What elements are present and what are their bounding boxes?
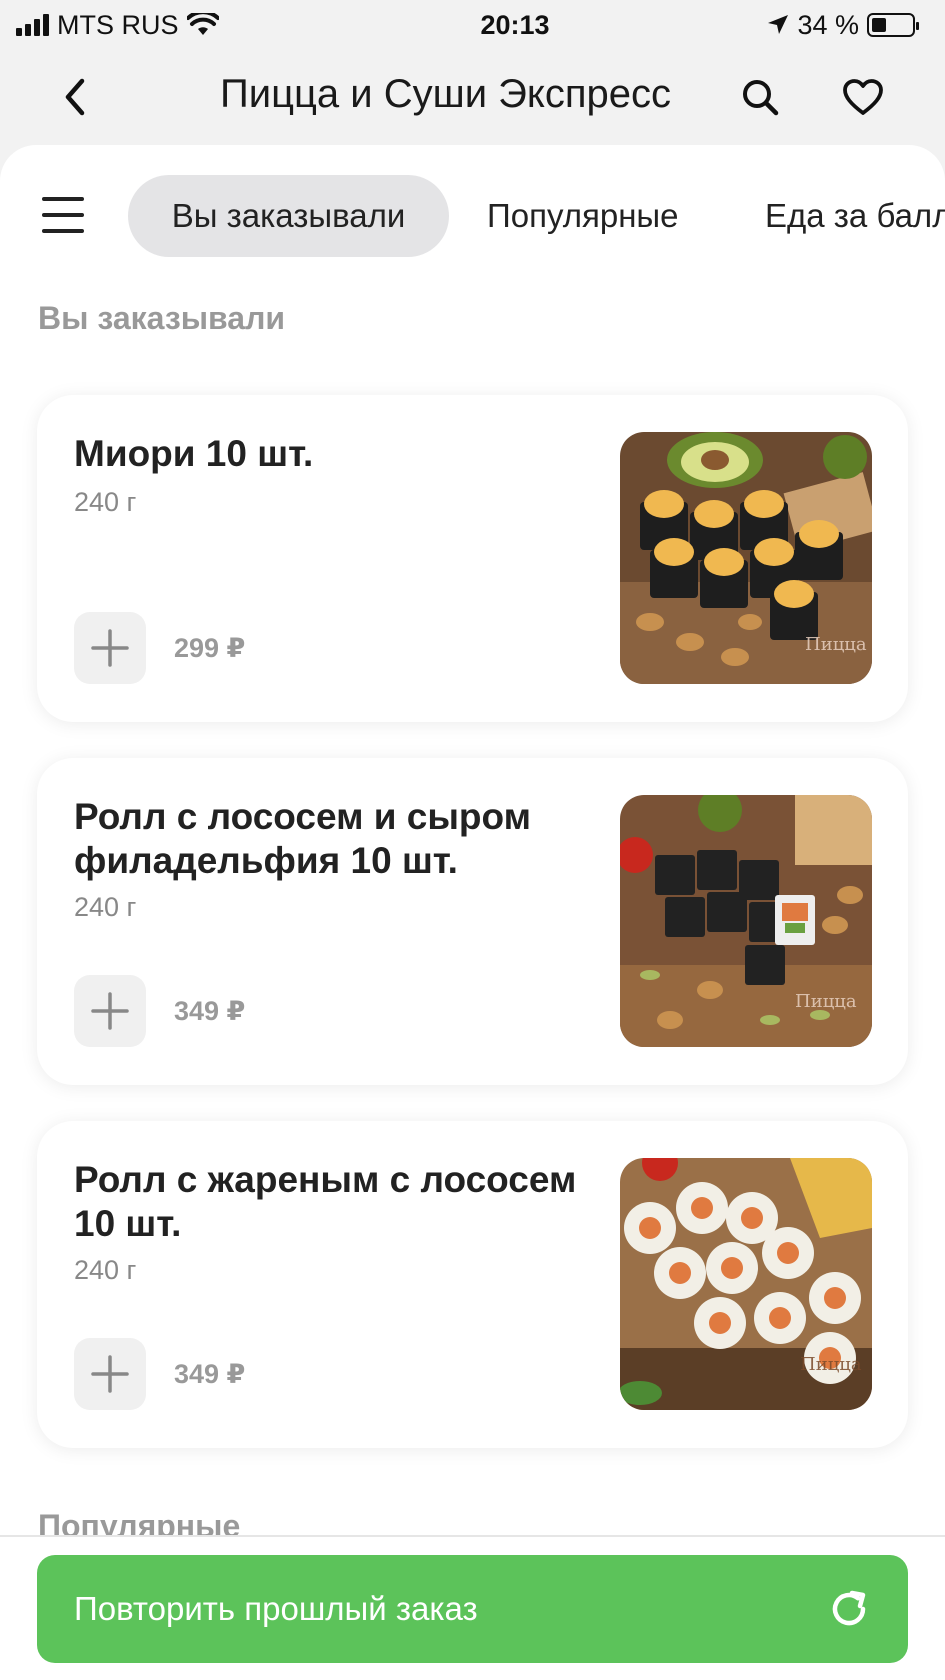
nav-header: Пицца и Суши Экспресс [0, 50, 945, 145]
plus-icon [91, 629, 129, 667]
tab-popular[interactable]: Популярные [452, 175, 714, 257]
back-button[interactable] [50, 72, 100, 122]
product-weight: 240 г [74, 487, 137, 517]
tab-label: Еда за балл [765, 197, 945, 234]
repeat-order-button[interactable]: Повторить прошлый заказ [37, 1555, 908, 1663]
bottom-bar: Повторить прошлый заказ [0, 1535, 945, 1680]
product-card[interactable]: Ролл с лососем и сыром филадельфия 10 шт… [37, 758, 908, 1085]
product-price: 349 ₽ [174, 996, 246, 1026]
product-name: Ролл с лососем и сыром филадельфия 10 шт… [74, 796, 532, 881]
tab-label: Вы заказывали [171, 197, 406, 234]
status-left: MTS RUS [16, 10, 376, 41]
refresh-icon [832, 1590, 866, 1626]
product-name: Ролл с жареным с лососем 10 шт. [74, 1159, 577, 1244]
product-image[interactable]: Пицца [620, 432, 872, 684]
tab-label: Популярные [487, 197, 679, 234]
repeat-order-label: Повторить прошлый заказ [74, 1590, 478, 1627]
product-image[interactable]: Пицца [620, 795, 872, 1047]
location-arrow-icon [768, 15, 789, 34]
wifi-icon [186, 13, 219, 35]
cellular-signal-icon [16, 14, 49, 36]
add-to-cart-button[interactable] [74, 612, 146, 684]
status-bar: MTS RUS 20:13 34 % [0, 0, 945, 50]
product-card[interactable]: Ролл с жареным с лососем 10 шт. 240 г 34… [37, 1121, 908, 1448]
product-price: 349 ₽ [174, 1359, 246, 1389]
status-right: 34 % [599, 10, 929, 41]
heart-icon [843, 79, 883, 115]
search-icon [743, 80, 779, 116]
image-watermark: Пицца [805, 634, 867, 655]
tab-points-food[interactable]: Еда за балл [730, 175, 945, 257]
battery-icon [867, 13, 919, 37]
menu-sheet: Вы заказывали Популярные Еда за балл Вы … [0, 145, 945, 1535]
product-price: 299 ₽ [174, 633, 246, 663]
hamburger-menu-icon[interactable] [42, 197, 84, 233]
chevron-left-icon [65, 78, 85, 116]
product-weight: 240 г [74, 892, 137, 922]
favorite-button[interactable] [836, 70, 890, 124]
plus-icon [91, 1355, 129, 1393]
image-watermark: Пицца [800, 1354, 862, 1375]
add-to-cart-button[interactable] [74, 975, 146, 1047]
add-to-cart-button[interactable] [74, 1338, 146, 1410]
status-time: 20:13 [480, 9, 550, 40]
product-weight: 240 г [74, 1255, 137, 1285]
battery-level [872, 18, 886, 32]
category-tabs: Вы заказывали Популярные Еда за балл [0, 175, 945, 257]
section-title-ordered: Вы заказывали [38, 300, 286, 336]
battery-percent: 34 % [797, 9, 859, 40]
image-watermark: Пицца [795, 991, 857, 1012]
search-button[interactable] [733, 70, 787, 124]
section-title-popular: Популярные [38, 1508, 241, 1535]
product-name: Миори 10 шт. [74, 433, 314, 474]
tab-ordered[interactable]: Вы заказывали [128, 175, 449, 257]
product-image[interactable]: Пицца [620, 1158, 872, 1410]
plus-icon [91, 992, 129, 1030]
page-title: Пицца и Суши Экспресс [220, 72, 672, 116]
product-card[interactable]: Миори 10 шт. 240 г 299 ₽ Пицца [37, 395, 908, 722]
carrier-name: MTS RUS [57, 9, 179, 40]
